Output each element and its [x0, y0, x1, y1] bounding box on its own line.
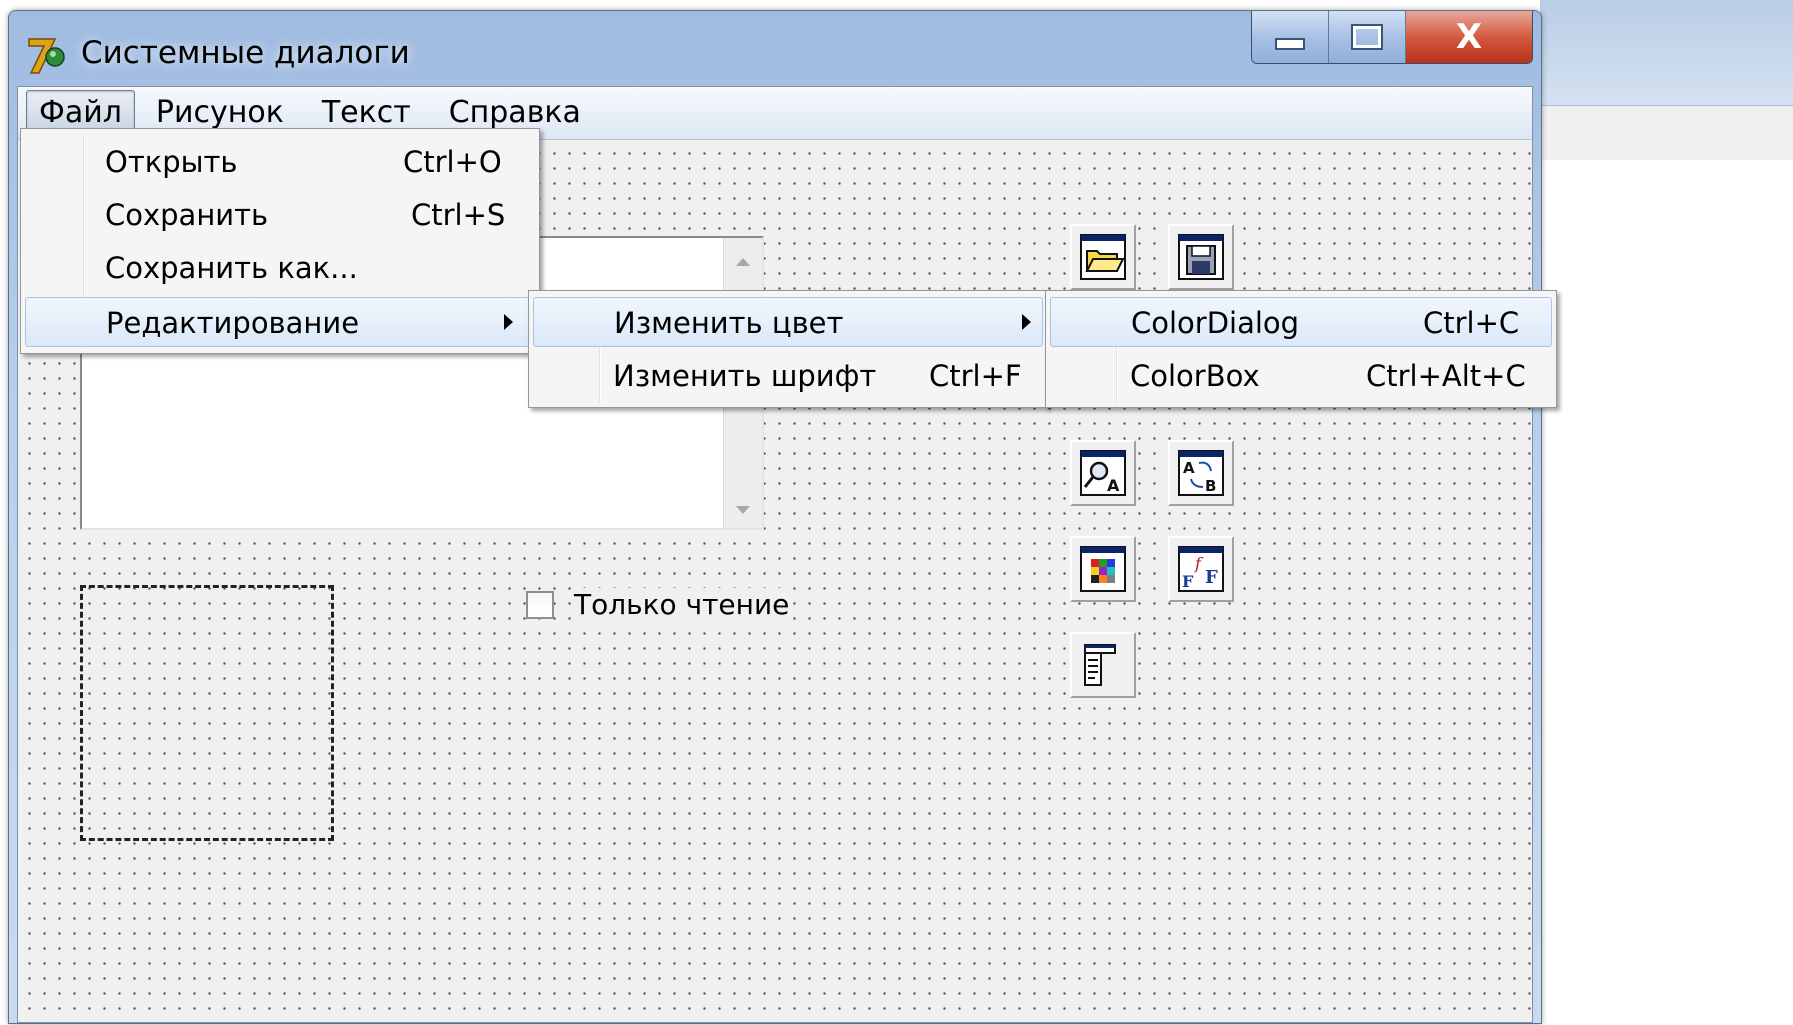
- readonly-checkbox-label: Только чтение: [574, 588, 790, 621]
- editing-submenu: Изменить цвет Изменить шрифт Ctrl+F: [528, 290, 1048, 408]
- menu-item-editing[interactable]: Редактирование: [25, 297, 535, 347]
- replace-dialog-component[interactable]: A B: [1168, 440, 1234, 506]
- menu-item-save-shortcut: Ctrl+S: [411, 198, 506, 232]
- color-submenu: ColorDialog Ctrl+C ColorBox Ctrl+Alt+C: [1045, 290, 1557, 408]
- background-area: [1540, 160, 1793, 1025]
- menu-item-open[interactable]: Открыть Ctrl+O: [25, 137, 535, 187]
- menu-item-save[interactable]: Сохранить Ctrl+S: [25, 190, 535, 240]
- menu-item-color-box-shortcut: Ctrl+Alt+C: [1366, 359, 1526, 393]
- readonly-checkbox[interactable]: [526, 590, 554, 619]
- close-button[interactable]: X: [1406, 11, 1532, 63]
- menu-item-change-color[interactable]: Изменить цвет: [533, 297, 1043, 347]
- file-dropdown-menu: Открыть Ctrl+O Сохранить Ctrl+S Сохранит…: [20, 128, 540, 354]
- menu-item-color-dialog-label: ColorDialog: [1131, 306, 1300, 340]
- submenu-arrow-icon: [504, 314, 513, 330]
- menu-item-color-dialog-shortcut: Ctrl+C: [1423, 306, 1520, 340]
- scroll-down-icon[interactable]: [736, 506, 750, 514]
- caption-buttons: X: [1251, 11, 1533, 64]
- replace-icon-letter-b: B: [1205, 477, 1216, 495]
- menu-item-change-color-label: Изменить цвет: [614, 306, 844, 340]
- menu-item-open-shortcut: Ctrl+O: [403, 145, 502, 179]
- color-dialog-icon: [1080, 546, 1126, 592]
- delphi-app-icon: [28, 38, 65, 74]
- menu-item-editing-label: Редактирование: [106, 306, 360, 340]
- minimize-icon: [1275, 38, 1305, 50]
- color-dialog-component[interactable]: [1070, 536, 1136, 602]
- background-window: [1540, 0, 1793, 161]
- font-dialog-icon: F f F: [1178, 546, 1224, 592]
- minimize-button[interactable]: [1252, 11, 1329, 63]
- menu-item-open-label: Открыть: [105, 145, 238, 179]
- menu-item-save-label: Сохранить: [105, 198, 269, 232]
- submenu-arrow-icon: [1022, 314, 1031, 330]
- font-icon-letter-left: F: [1182, 572, 1194, 591]
- replace-dialog-icon: A B: [1178, 450, 1224, 496]
- menu-item-save-as[interactable]: Сохранить как...: [25, 243, 535, 293]
- close-icon: X: [1455, 17, 1483, 57]
- scroll-up-icon[interactable]: [736, 258, 750, 266]
- open-dialog-icon: [1080, 234, 1126, 280]
- menu-item-color-dialog[interactable]: ColorDialog Ctrl+C: [1050, 297, 1552, 347]
- menu-item-color-box[interactable]: ColorBox Ctrl+Alt+C: [1050, 351, 1552, 401]
- save-dialog-icon: [1178, 234, 1224, 280]
- page-setup-dialog-icon: [1084, 644, 1116, 686]
- replace-icon-letter-a: A: [1183, 459, 1195, 477]
- find-dialog-icon: A: [1080, 450, 1126, 496]
- page-setup-dialog-component[interactable]: [1070, 632, 1136, 698]
- readonly-checkbox-row[interactable]: Только чтение: [526, 588, 790, 621]
- menu-item-change-font[interactable]: Изменить шрифт Ctrl+F: [533, 351, 1043, 401]
- window-title: Системные диалоги: [81, 35, 410, 71]
- maximize-button[interactable]: [1329, 11, 1406, 63]
- font-icon-letter-right: F: [1205, 567, 1218, 588]
- menu-item-save-as-label: Сохранить как...: [105, 251, 358, 285]
- save-dialog-component[interactable]: [1168, 224, 1234, 290]
- shape-placeholder: [80, 585, 334, 841]
- font-dialog-component[interactable]: F f F: [1168, 536, 1234, 602]
- find-dialog-component[interactable]: A: [1070, 440, 1136, 506]
- find-icon-letter: A: [1107, 476, 1120, 495]
- menu-item-color-box-label: ColorBox: [1130, 359, 1260, 393]
- open-dialog-component[interactable]: [1070, 224, 1136, 290]
- title-bar[interactable]: Системные диалоги X: [9, 11, 1541, 96]
- maximize-icon: [1351, 24, 1383, 50]
- menu-item-change-font-shortcut: Ctrl+F: [929, 359, 1022, 393]
- menu-item-change-font-label: Изменить шрифт: [613, 359, 877, 393]
